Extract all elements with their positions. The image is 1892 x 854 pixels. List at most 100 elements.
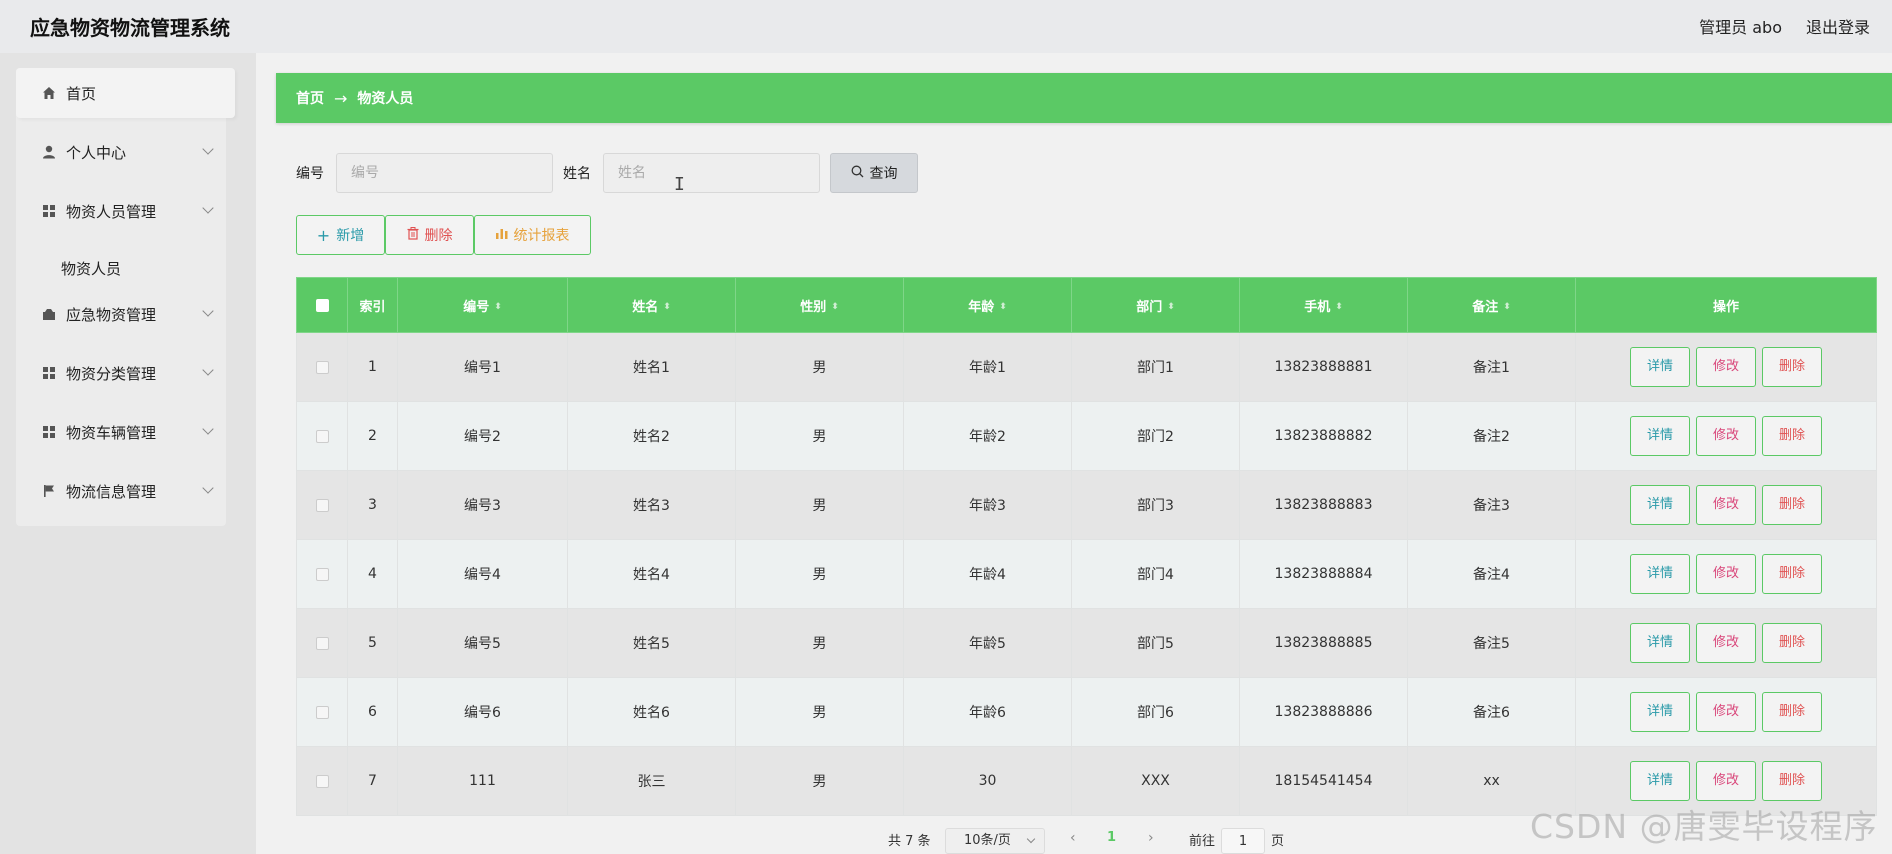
- age-cell: 年龄3: [903, 470, 1072, 540]
- edit-button[interactable]: 修改: [1696, 761, 1756, 801]
- department-cell: 部门3: [1071, 470, 1240, 540]
- sidebar-item-home[interactable]: 首页: [16, 68, 235, 118]
- row-checkbox[interactable]: [315, 774, 329, 788]
- sidebar-item-logistics-info[interactable]: 物流信息管理: [16, 466, 226, 516]
- sidebar-item-staff-management[interactable]: 物资人员管理: [16, 186, 226, 236]
- arrow-right-icon: →: [334, 88, 348, 108]
- phone-cell: 13823888882: [1239, 401, 1408, 471]
- row-select-cell[interactable]: [296, 746, 348, 816]
- sidebar-item-label: 物流信息管理: [66, 482, 157, 501]
- table-row[interactable]: 5 编号5 姓名5 男年龄5 部门5 13823888885 备注5 详情 修改 删除: [296, 608, 1877, 678]
- sidebar-item-vehicle-management[interactable]: 物资车辆管理: [16, 407, 226, 457]
- edit-button[interactable]: 修改: [1696, 554, 1756, 594]
- column-header[interactable]: 编号 ⬍: [397, 277, 568, 333]
- row-select-cell[interactable]: [296, 401, 348, 471]
- row-select-cell[interactable]: [296, 677, 348, 747]
- sidebar-item-category-management[interactable]: 物资分类管理: [16, 348, 226, 398]
- sidebar-subitem-staff[interactable]: 物资人员: [61, 258, 121, 279]
- edit-button[interactable]: 修改: [1696, 623, 1756, 663]
- id-cell: 编号6: [397, 677, 568, 747]
- current-user-label[interactable]: 管理员 abo: [1699, 14, 1782, 38]
- column-header-label: 部门: [1136, 299, 1163, 315]
- detail-button[interactable]: 详情: [1630, 347, 1690, 387]
- delete-button[interactable]: 删除: [1762, 416, 1822, 456]
- page-size-select[interactable]: 10条/页: [945, 828, 1045, 854]
- department-cell: 部门2: [1071, 401, 1240, 471]
- column-header[interactable]: 手机 ⬍: [1239, 277, 1408, 333]
- bar-chart-icon: [495, 227, 508, 243]
- row-checkbox[interactable]: [315, 705, 329, 719]
- column-header: 操作: [1575, 277, 1877, 333]
- sort-icon[interactable]: ⬍: [831, 302, 839, 312]
- bulk-delete-button[interactable]: 删除: [385, 215, 474, 255]
- row-actions-cell: 详情 修改 删除: [1575, 539, 1877, 609]
- delete-button[interactable]: 删除: [1762, 347, 1822, 387]
- detail-button[interactable]: 详情: [1630, 554, 1690, 594]
- table-row[interactable]: 1 编号1 姓名1 男年龄1 部门1 13823888881 备注1 详情 修改 删除: [296, 332, 1877, 402]
- chevron-down-icon: [202, 482, 214, 494]
- sidebar-item-label: 个人中心: [66, 143, 127, 162]
- row-checkbox[interactable]: [315, 567, 329, 581]
- row-select-cell[interactable]: [296, 470, 348, 540]
- department-cell: 部门1: [1071, 332, 1240, 402]
- next-page-icon[interactable]: ›: [1148, 830, 1154, 846]
- column-header[interactable]: 性别 ⬍: [735, 277, 904, 333]
- row-select-cell[interactable]: [296, 608, 348, 678]
- add-button[interactable]: + 新增: [296, 215, 385, 255]
- sort-icon[interactable]: ⬍: [1503, 302, 1511, 312]
- detail-button[interactable]: 详情: [1630, 485, 1690, 525]
- name-search-input[interactable]: [603, 153, 820, 193]
- delete-button[interactable]: 删除: [1762, 485, 1822, 525]
- column-header[interactable]: 年龄 ⬍: [903, 277, 1072, 333]
- detail-button[interactable]: 详情: [1630, 692, 1690, 732]
- sort-icon[interactable]: ⬍: [663, 302, 671, 312]
- query-button[interactable]: 查询: [830, 153, 918, 193]
- row-select-cell[interactable]: [296, 332, 348, 402]
- edit-button[interactable]: 修改: [1696, 485, 1756, 525]
- detail-button[interactable]: 详情: [1630, 416, 1690, 456]
- delete-button[interactable]: 删除: [1762, 554, 1822, 594]
- sort-icon[interactable]: ⬍: [999, 302, 1007, 312]
- row-checkbox[interactable]: [315, 429, 329, 443]
- table-row[interactable]: 2 编号2 姓名2 男年龄2 部门2 13823888882 备注2 详情 修改 删除: [296, 401, 1877, 471]
- home-icon: [42, 86, 56, 100]
- table-row[interactable]: 3 编号3 姓名3 男年龄3 部门3 13823888883 备注3 详情 修改 删除: [296, 470, 1877, 540]
- sort-icon[interactable]: ⬍: [1335, 302, 1343, 312]
- report-button[interactable]: 统计报表: [474, 215, 591, 255]
- age-cell: 年龄2: [903, 401, 1072, 471]
- select-all-cell[interactable]: [296, 277, 348, 333]
- row-checkbox[interactable]: [315, 498, 329, 512]
- delete-button[interactable]: 删除: [1762, 761, 1822, 801]
- row-checkbox[interactable]: [315, 636, 329, 650]
- row-checkbox[interactable]: [315, 360, 329, 374]
- remark-cell: 备注6: [1407, 677, 1576, 747]
- id-search-input[interactable]: [336, 153, 553, 193]
- detail-button[interactable]: 详情: [1630, 761, 1690, 801]
- select-all-checkbox[interactable]: [315, 298, 329, 312]
- goto-page-input[interactable]: [1221, 828, 1265, 854]
- column-header[interactable]: 备注 ⬍: [1407, 277, 1576, 333]
- page-number-current[interactable]: 1: [1107, 830, 1116, 845]
- box-icon: [42, 307, 56, 321]
- edit-button[interactable]: 修改: [1696, 416, 1756, 456]
- delete-button[interactable]: 删除: [1762, 623, 1822, 663]
- chevron-down-icon: [202, 364, 214, 376]
- sidebar-item-emergency-supplies[interactable]: 应急物资管理: [16, 289, 226, 339]
- column-header[interactable]: 姓名 ⬍: [567, 277, 736, 333]
- table-row[interactable]: 6 编号6 姓名6 男年龄6 部门6 13823888886 备注6 详情 修改 删除: [296, 677, 1877, 747]
- detail-button[interactable]: 详情: [1630, 623, 1690, 663]
- logout-link[interactable]: 退出登录: [1806, 14, 1870, 38]
- row-actions-cell: 详情 修改 删除: [1575, 677, 1877, 747]
- phone-cell: 13823888885: [1239, 608, 1408, 678]
- edit-button[interactable]: 修改: [1696, 347, 1756, 387]
- sort-icon[interactable]: ⬍: [494, 302, 502, 312]
- sidebar-item-personal-center[interactable]: 个人中心: [16, 127, 226, 177]
- prev-page-icon[interactable]: ‹: [1070, 830, 1076, 846]
- breadcrumb-home[interactable]: 首页: [296, 88, 324, 108]
- row-select-cell[interactable]: [296, 539, 348, 609]
- edit-button[interactable]: 修改: [1696, 692, 1756, 732]
- delete-button[interactable]: 删除: [1762, 692, 1822, 732]
- column-header[interactable]: 部门 ⬍: [1071, 277, 1240, 333]
- table-row[interactable]: 4 编号4 姓名4 男年龄4 部门4 13823888884 备注4 详情 修改 删除: [296, 539, 1877, 609]
- sort-icon[interactable]: ⬍: [1167, 302, 1175, 312]
